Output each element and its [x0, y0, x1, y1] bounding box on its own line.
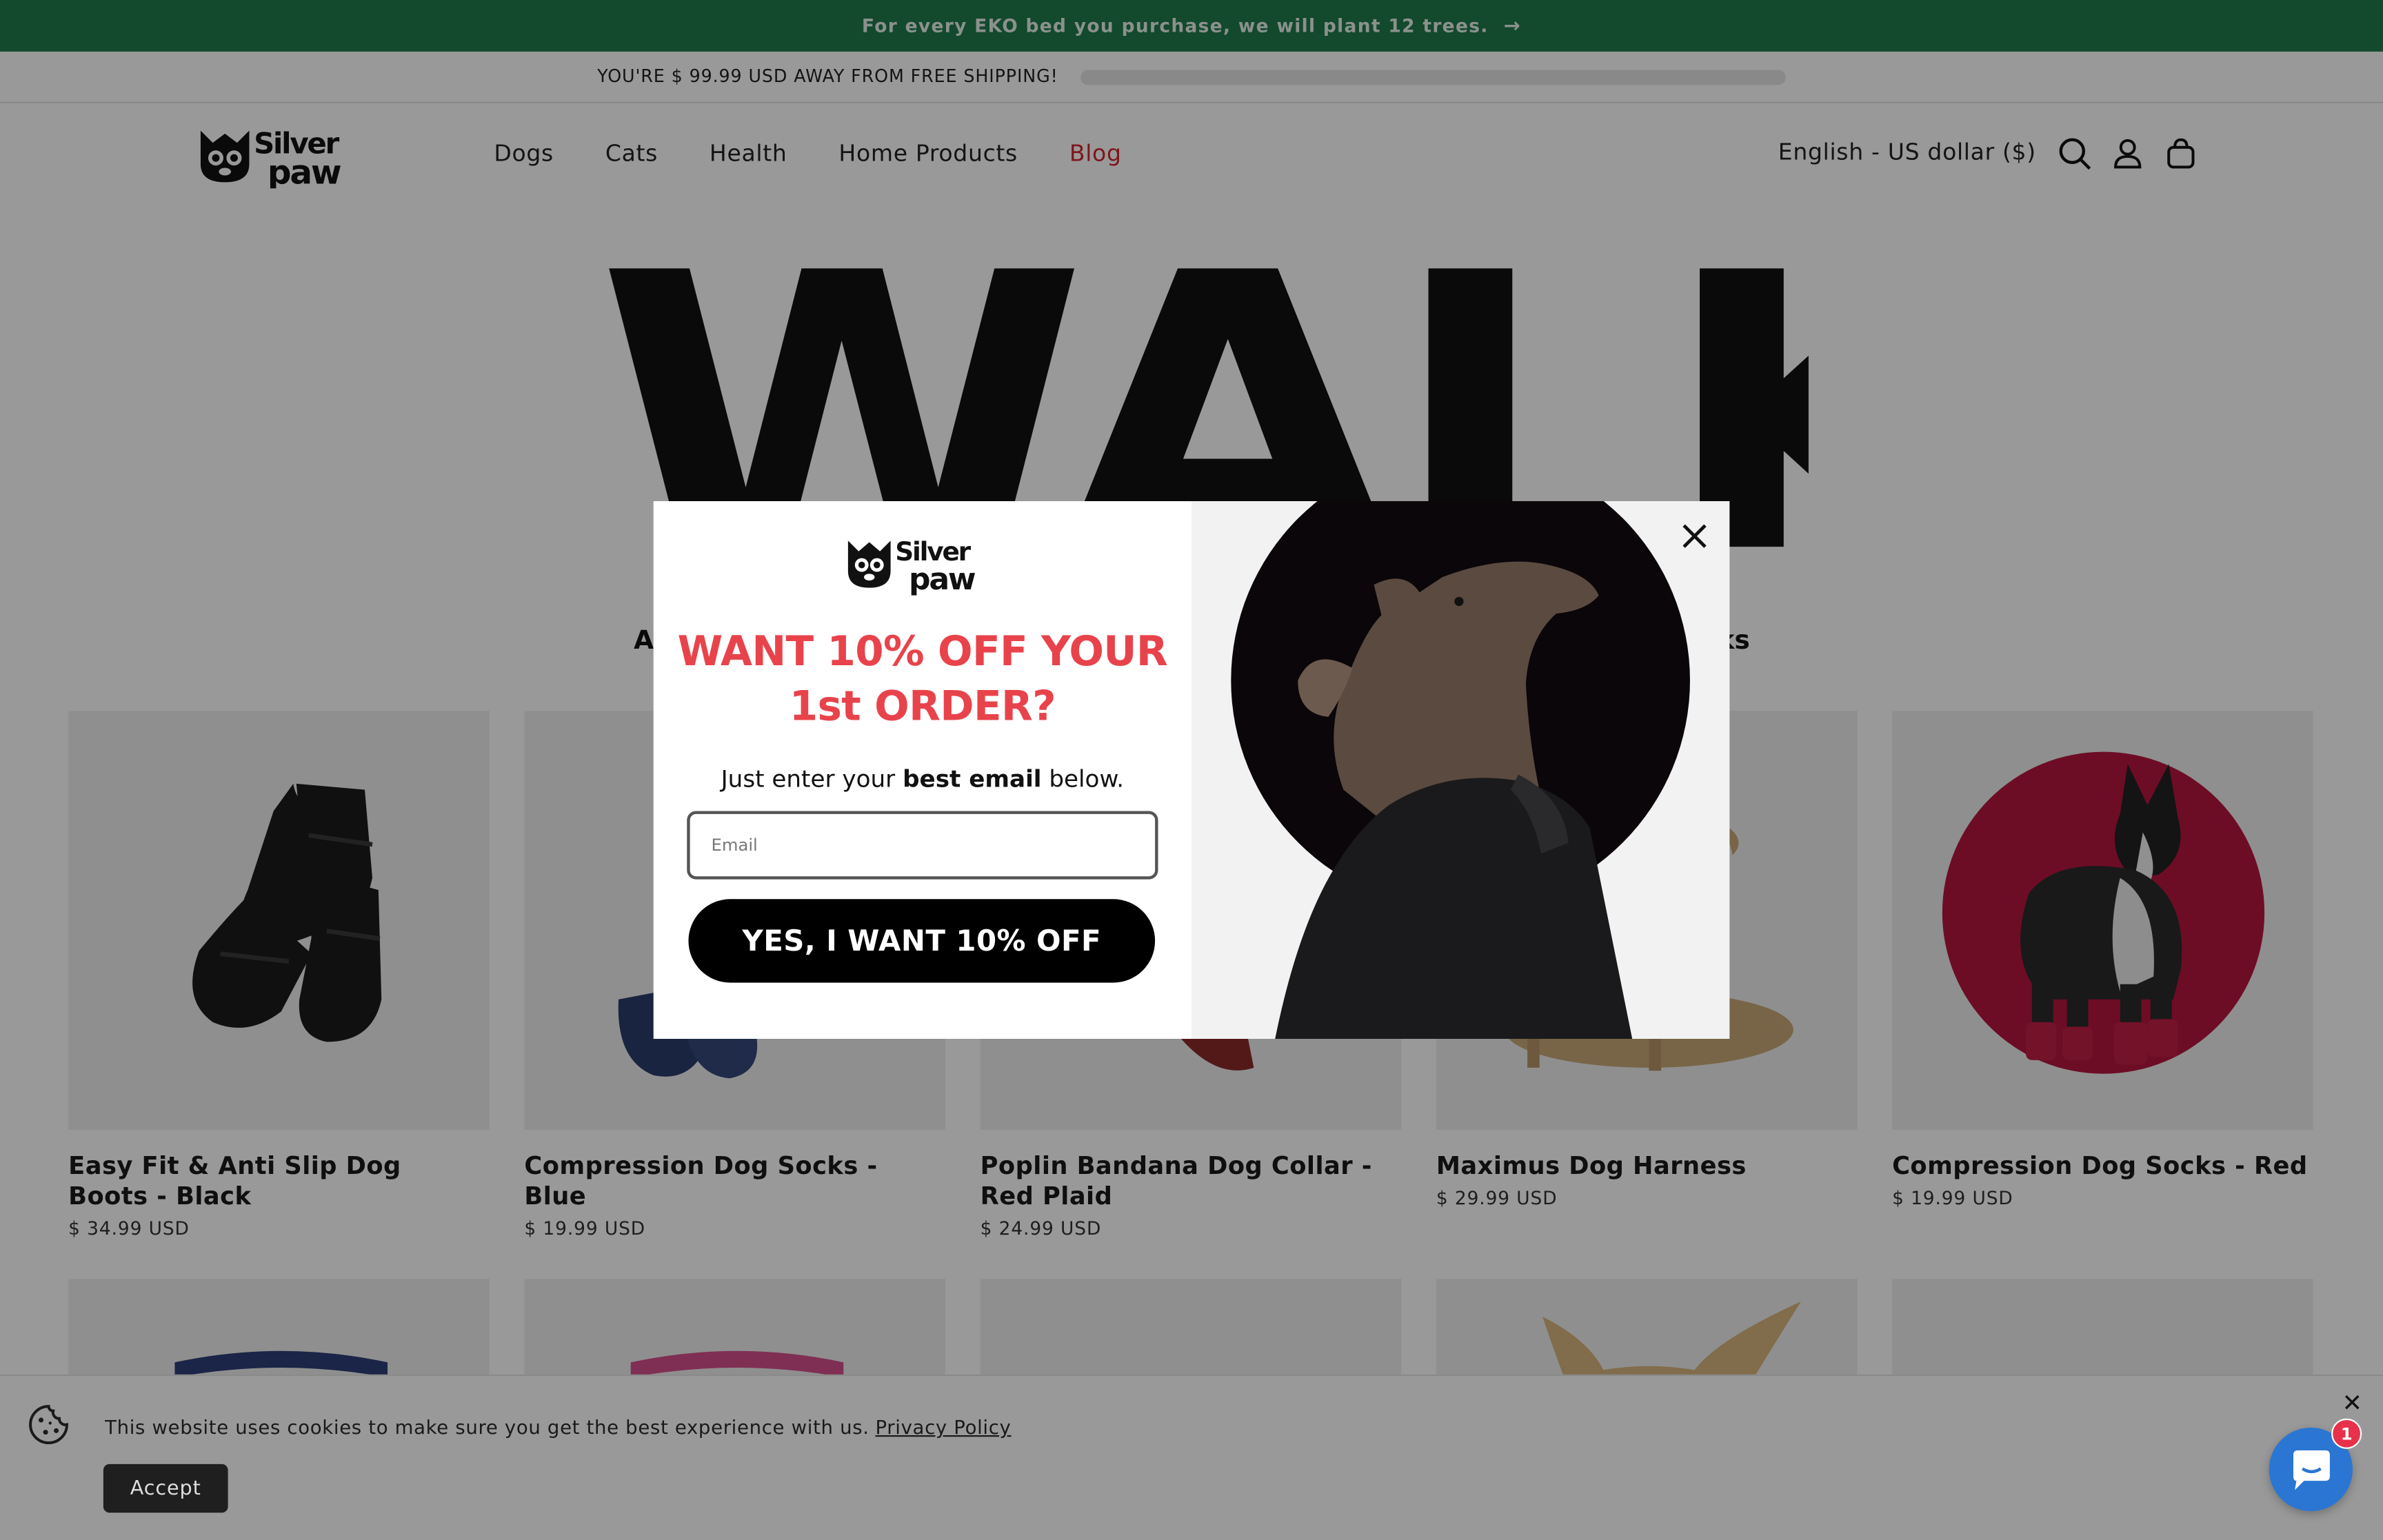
email-field[interactable]: [687, 811, 1158, 880]
cookie-icon: [29, 1405, 68, 1445]
privacy-policy-link[interactable]: Privacy Policy: [875, 1415, 1011, 1438]
popup-headline-line2: 1st ORDER?: [789, 683, 1056, 731]
popup-form-panel: Silver paw WANT 10% OFF YOUR 1st ORDER? …: [653, 501, 1192, 1039]
popup-logo: Silver paw: [847, 536, 977, 596]
cookie-close-icon[interactable]: ✕: [2342, 1388, 2363, 1417]
chat-badge: 1: [2331, 1418, 2362, 1449]
chat-icon: [2292, 1449, 2329, 1490]
discount-popup: Silver paw WANT 10% OFF YOUR 1st ORDER? …: [653, 501, 1730, 1039]
popup-sub-before: Just enter your: [721, 765, 903, 793]
svg-text:paw: paw: [909, 562, 976, 596]
cookie-message: This website uses cookies to make sure y…: [105, 1415, 1011, 1438]
claim-discount-button[interactable]: YES, I WANT 10% OFF: [688, 899, 1156, 983]
popup-headline-line1: WANT 10% OFF YOUR: [677, 629, 1168, 676]
popup-subtext: Just enter your best email below.: [654, 765, 1192, 793]
popup-close-icon[interactable]: [1678, 519, 1711, 552]
popup-headline: WANT 10% OFF YOUR 1st ORDER?: [654, 626, 1192, 736]
page-root: For every EKO bed you purchase, we will …: [0, 0, 2383, 1540]
cookie-banner: [0, 1374, 2383, 1540]
dog-in-sweater-image: [1231, 501, 1690, 1039]
popup-image-panel: [1192, 501, 1730, 1039]
cookie-text: This website uses cookies to make sure y…: [105, 1415, 869, 1439]
cookie-accept-button[interactable]: Accept: [103, 1463, 228, 1513]
popup-sub-after: below.: [1041, 765, 1125, 793]
popup-sub-bold: best email: [903, 765, 1042, 793]
